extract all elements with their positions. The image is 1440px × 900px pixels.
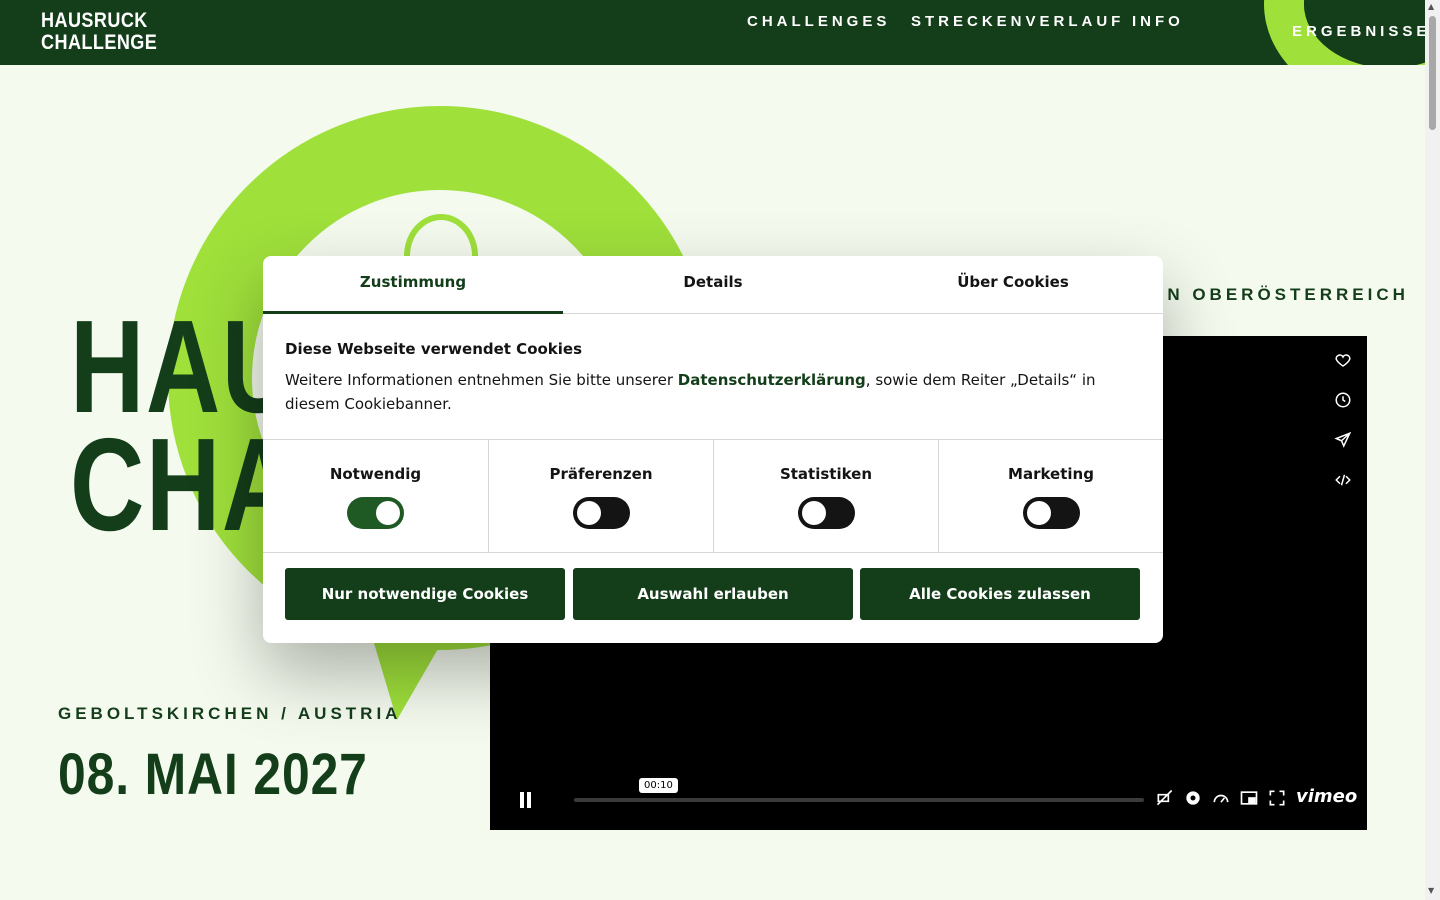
tab-details[interactable]: Details [563,256,863,314]
scroll-thumb[interactable] [1429,16,1436,130]
pause-icon[interactable] [518,792,534,808]
tab-zustimmung[interactable]: Zustimmung [263,256,563,314]
necessary-cookies-button[interactable]: Nur notwendige Cookies [285,568,565,620]
toggle-cell-praeferenzen: Präferenzen [488,440,713,552]
privacy-policy-link[interactable]: Datenschutzerklärung [678,371,866,389]
cookie-category-toggles: Notwendig Präferenzen Statistiken Market… [263,439,1163,553]
cookie-heading: Diese Webseite verwendet Cookies [285,340,583,358]
nav-challenges[interactable]: CHALLENGES [747,13,890,30]
toggle-knob [376,501,400,525]
site-header: HAUSRUCK CHALLENGE CHALLENGES STRECKENVE… [0,0,1425,65]
toggle-label-notwendig: Notwendig [329,465,422,483]
site-logo[interactable]: HAUSRUCK CHALLENGE [41,10,157,54]
scroll-up-icon[interactable]: ▲ [1428,2,1434,11]
heart-icon[interactable] [1333,350,1353,370]
nav-info[interactable]: INFO [1132,13,1184,30]
toggle-cell-notwendig: Notwendig [263,440,488,552]
toggle-knob [802,501,826,525]
scroll-down-icon[interactable]: ▼ [1428,886,1434,895]
nav-streckenverlauf[interactable]: STRECKENVERLAUF [911,13,1124,30]
toggle-statistiken[interactable] [798,497,855,529]
page-scrollbar[interactable]: ▲ ▼ [1425,0,1440,900]
cookie-text-before: Weitere Informationen entnehmen Sie bitt… [285,371,678,389]
clock-icon[interactable] [1333,390,1353,410]
toggle-label-marketing: Marketing [1008,465,1094,483]
vimeo-logo[interactable]: vimeo [1296,786,1357,807]
video-progress-bar[interactable]: 00:10 [574,778,1144,802]
speed-icon[interactable] [1211,788,1231,808]
embed-icon[interactable] [1333,470,1353,490]
toggle-knob [577,501,601,525]
event-location: GEBOLTSKIRCHEN / AUSTRIA [58,704,402,723]
video-controls: 00:10 vimeo [490,778,1367,830]
toggle-cell-statistiken: Statistiken [713,440,938,552]
cookie-description: Weitere Informationen entnehmen Sie bitt… [285,368,1145,416]
fullscreen-icon[interactable] [1267,788,1287,808]
tab-ueber-cookies[interactable]: Über Cookies [863,256,1163,314]
settings-icon[interactable] [1183,788,1203,808]
allow-all-cookies-button[interactable]: Alle Cookies zulassen [860,568,1140,620]
toggle-praeferenzen[interactable] [573,497,630,529]
toggle-knob [1027,501,1051,525]
hero-subline: EN OBERÖSTERREICH [1152,285,1409,304]
toggle-cell-marketing: Marketing [938,440,1163,552]
toggle-notwendig[interactable] [347,497,404,529]
cookie-consent-dialog: Zustimmung Details Über Cookies Diese We… [263,256,1163,643]
cookie-tabs: Zustimmung Details Über Cookies [263,256,1163,314]
nav-ergebnisse[interactable]: ERGEBNISSE [1292,23,1425,40]
event-date: 08. MAI 2027 [58,742,368,807]
pip-icon[interactable] [1239,788,1259,808]
allow-selection-button[interactable]: Auswahl erlauben [573,568,853,620]
toggle-label-praeferenzen: Präferenzen [549,465,653,483]
toggle-label-statistiken: Statistiken [779,465,873,483]
logo-line-1: HAUSRUCK [41,9,148,32]
logo-line-2: CHALLENGE [41,31,158,54]
toggle-marketing[interactable] [1023,497,1080,529]
time-tooltip: 00:10 [639,778,678,793]
captions-off-icon[interactable] [1155,788,1175,808]
send-icon[interactable] [1333,430,1353,450]
